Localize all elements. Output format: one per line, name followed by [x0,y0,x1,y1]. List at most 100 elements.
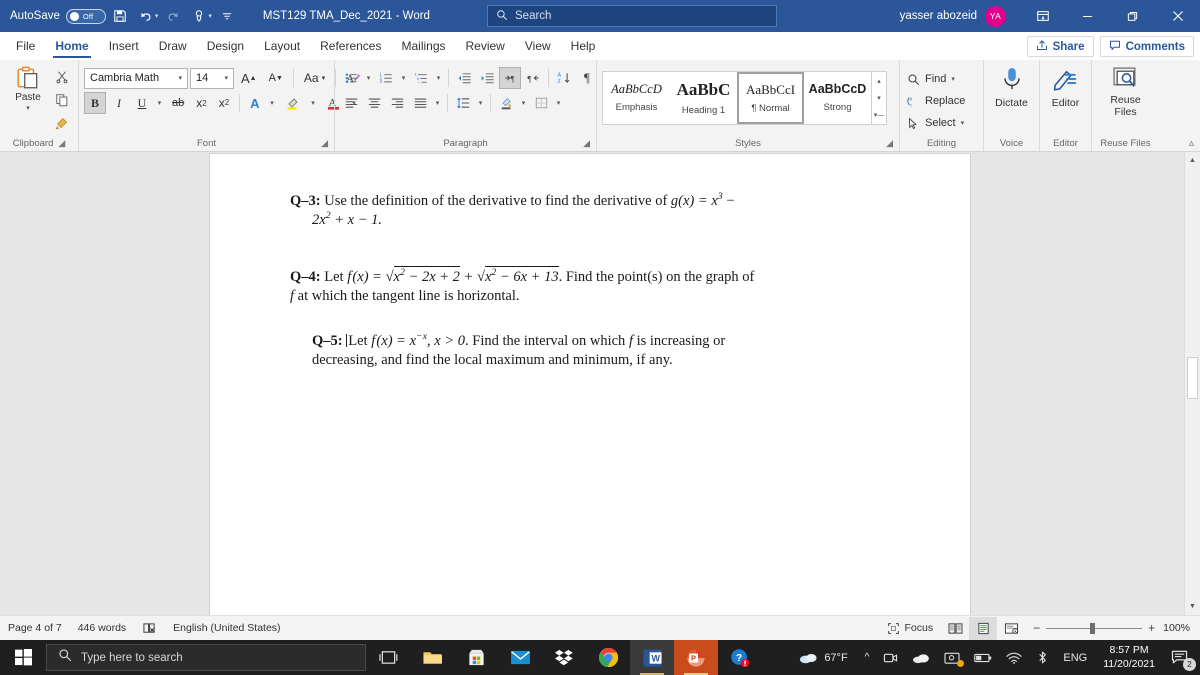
zoom-slider[interactable]: − + [1025,621,1163,635]
undo-dropdown-icon[interactable]: ▾ [155,12,159,20]
weather-widget[interactable]: 67°F [787,640,857,675]
change-case-button[interactable]: Aa ▾ [299,67,330,89]
line-spacing-button[interactable] [452,92,474,114]
styles-more-icon[interactable]: ▾— [872,106,886,123]
read-mode-button[interactable] [941,617,969,640]
tab-view[interactable]: View [515,33,561,59]
print-layout-button[interactable] [969,616,998,640]
format-painter-icon[interactable] [51,112,73,134]
decrease-indent-button[interactable] [453,67,475,89]
page-number-status[interactable]: Page 4 of 7 [0,616,70,641]
align-left-button[interactable] [340,92,362,114]
mail-icon[interactable] [498,640,542,675]
font-dialog-launcher-icon[interactable]: ◢ [321,138,328,149]
close-button[interactable] [1155,0,1200,32]
share-button[interactable]: Share [1026,36,1094,57]
font-name-combo[interactable]: Cambria Math ▾ [84,67,188,89]
word-count-status[interactable]: 446 words [70,616,134,641]
show-hidden-icons-button[interactable]: ^ [858,640,877,675]
google-chrome-icon[interactable] [586,640,630,675]
scrollbar-thumb[interactable] [1187,357,1198,399]
taskbar-search-input[interactable]: Type here to search [46,644,366,671]
dropbox-icon[interactable] [542,640,586,675]
style-heading-1[interactable]: AaBbC Heading 1 [670,72,737,124]
replace-button[interactable]: bc Replace [905,90,970,112]
focus-mode-button[interactable]: Focus [879,616,942,641]
text-effects-dropdown-icon[interactable]: ▾ [267,92,278,114]
find-button[interactable]: Find ▾ [905,68,960,90]
language-indicator[interactable]: ENG [1056,640,1094,675]
style-emphasis[interactable]: AaBbCcD Emphasis [603,72,670,124]
minimize-button[interactable] [1065,0,1110,32]
microsoft-store-icon[interactable] [454,640,498,675]
zoom-thumb[interactable] [1090,622,1096,634]
tab-help[interactable]: Help [561,33,606,59]
paste-dropdown-icon[interactable]: ▾ [23,103,34,112]
customize-qat-icon[interactable] [215,4,239,28]
shrink-font-button[interactable]: A ▼ [264,67,288,89]
paste-button[interactable]: Paste ▾ [5,63,51,112]
zoom-out-button[interactable]: − [1033,621,1040,635]
tab-insert[interactable]: Insert [99,33,149,59]
tab-home[interactable]: Home [45,33,98,59]
sort-button[interactable]: AZ [553,67,575,89]
select-button[interactable]: Select ▾ [905,112,969,134]
multilevel-dropdown-icon[interactable]: ▾ [433,67,444,89]
autosave-control[interactable]: AutoSave Off [10,8,106,24]
underline-button[interactable]: U [132,92,152,114]
battery-icon[interactable] [967,640,999,675]
tab-file[interactable]: File [6,33,45,59]
numbering-dropdown-icon[interactable]: ▾ [398,67,409,89]
increase-indent-button[interactable] [476,67,498,89]
touch-mode-dropdown-icon[interactable]: ▾ [208,12,212,20]
paragraph-dialog-launcher-icon[interactable]: ◢ [583,138,590,149]
meet-now-icon[interactable] [876,640,905,675]
bullets-button[interactable] [340,67,362,89]
document-content[interactable]: Q–3: Use the definition of the derivativ… [290,192,890,371]
numbering-button[interactable]: 123 [375,67,397,89]
save-icon[interactable] [108,4,132,28]
proofing-errors-icon[interactable] [134,616,165,641]
windows-logo-icon[interactable] [0,640,46,675]
collapse-ribbon-icon[interactable]: ▵ [1189,138,1194,149]
bluetooth-icon[interactable] [1029,640,1056,675]
scroll-down-icon[interactable]: ▼ [1185,598,1200,615]
tab-references[interactable]: References [310,33,391,59]
avatar[interactable]: YA [985,5,1006,27]
tab-mailings[interactable]: Mailings [391,33,455,59]
style-strong[interactable]: AaBbCcD Strong [804,72,871,124]
comments-button[interactable]: Comments [1099,36,1194,57]
cut-icon[interactable] [51,66,73,88]
document-page[interactable]: Q–3: Use the definition of the derivativ… [210,154,970,615]
rtl-text-direction-button[interactable]: ¶ [522,67,544,89]
grow-font-button[interactable]: A ▲ [236,67,262,89]
restore-button[interactable] [1110,0,1155,32]
styles-scroll-up-icon[interactable]: ▴ [872,72,886,89]
powerpoint-icon[interactable]: P [674,640,718,675]
italic-button[interactable]: I [108,92,130,114]
shading-dropdown-icon[interactable]: ▾ [518,92,529,114]
zoom-level[interactable]: 100% [1163,622,1200,634]
web-layout-button[interactable] [997,617,1025,640]
show-formatting-marks-button[interactable]: ¶ [576,67,598,89]
autosave-toggle[interactable]: Off [65,8,106,24]
copy-icon[interactable] [51,89,73,111]
word-icon[interactable]: W [630,640,674,675]
align-right-button[interactable] [386,92,408,114]
ltr-text-direction-button[interactable]: ¶ [499,67,521,89]
clipboard-dialog-launcher-icon[interactable]: ◢ [58,138,65,149]
clock[interactable]: 8:57 PM 11/20/2021 [1094,640,1164,675]
justify-button[interactable] [409,92,431,114]
zoom-track[interactable] [1046,622,1143,634]
styles-scroll-down-icon[interactable]: ▾ [872,89,886,106]
line-spacing-dropdown-icon[interactable]: ▾ [475,92,486,114]
wifi-icon[interactable] [999,640,1029,675]
strikethrough-button[interactable]: ab [167,92,189,114]
multilevel-list-button[interactable]: 1ai [410,67,432,89]
tab-design[interactable]: Design [197,33,254,59]
dictate-button[interactable]: Dictate [989,63,1034,131]
underline-dropdown-icon[interactable]: ▾ [154,92,165,114]
user-name[interactable]: yasser abozeid [900,10,977,22]
onedrive-icon[interactable] [905,640,937,675]
justify-dropdown-icon[interactable]: ▾ [432,92,443,114]
